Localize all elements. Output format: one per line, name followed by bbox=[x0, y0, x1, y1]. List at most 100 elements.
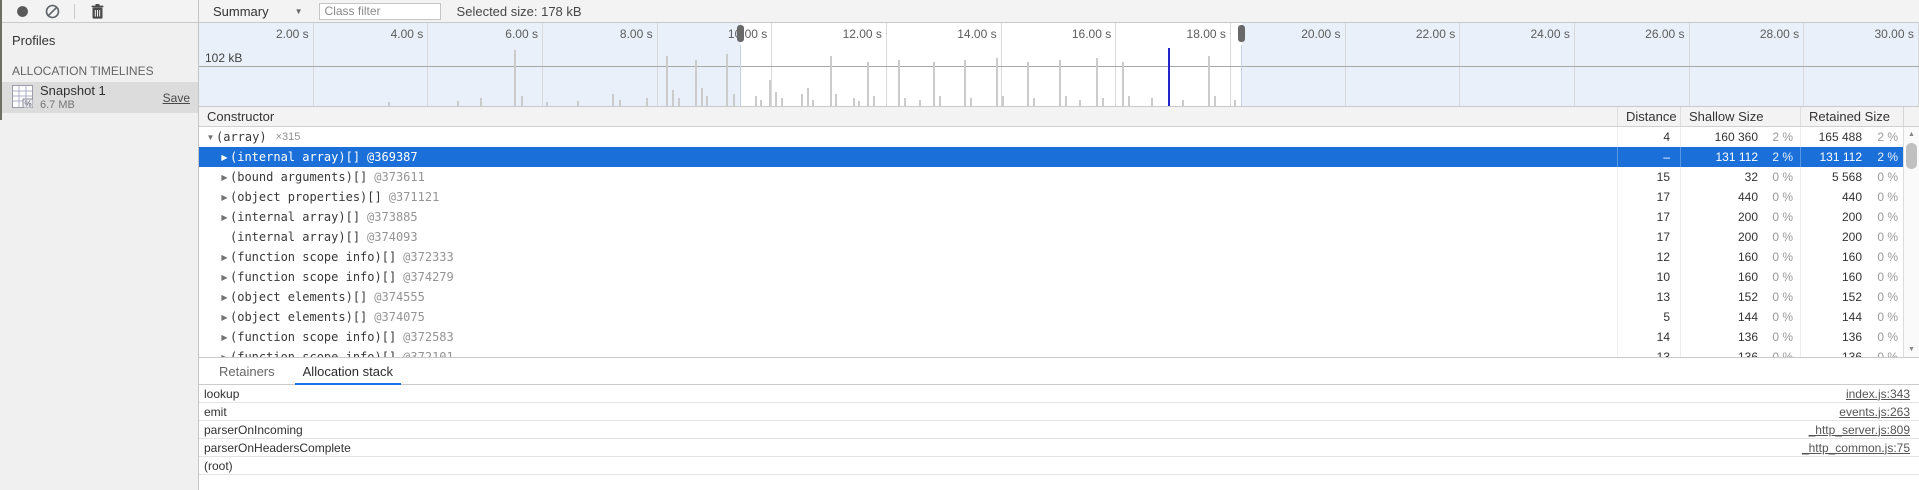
allocation-bar bbox=[781, 98, 783, 106]
record-circle-icon bbox=[16, 5, 29, 18]
record-heap-button[interactable] bbox=[14, 3, 30, 19]
ruler-tick-label: 20.00 s bbox=[1231, 23, 1346, 45]
selected-size-label: Selected size: 178 kB bbox=[457, 4, 582, 19]
table-row[interactable]: ▶(bound arguments)[]@37361115320 %5 5680… bbox=[199, 167, 1903, 187]
table-row[interactable]: ▶(object elements)[]@374555131520 %1520 … bbox=[199, 287, 1903, 307]
table-row[interactable]: ▶(object properties)[]@371121174400 %440… bbox=[199, 187, 1903, 207]
cell-retained-size: 165 488 bbox=[1800, 127, 1862, 147]
allocation-bar bbox=[904, 98, 906, 106]
table-row[interactable]: ▶(function scope info)[]@372333121600 %1… bbox=[199, 247, 1903, 267]
frame-source-link[interactable]: index.js:343 bbox=[1846, 387, 1910, 401]
class-filter-input[interactable] bbox=[319, 3, 441, 20]
table-row[interactable]: (internal array)[]@374093172000 %2000 % bbox=[199, 227, 1903, 247]
allocation-timeline-overview[interactable]: 2.00 s4.00 s6.00 s8.00 s10.00 s12.00 s14… bbox=[199, 23, 1919, 107]
allocation-bar bbox=[695, 60, 697, 106]
cell-distance: 17 bbox=[1617, 207, 1680, 227]
cell-shallow-percent: 0 % bbox=[1758, 307, 1800, 327]
clear-profiles-button[interactable] bbox=[44, 3, 60, 19]
cell-retained-percent: 0 % bbox=[1862, 247, 1903, 267]
cell-constructor: ▶(internal array)[]@373885 bbox=[199, 210, 1617, 224]
allocation-bar bbox=[678, 98, 680, 106]
table-row[interactable]: ▶(function scope info)[]@372583141360 %1… bbox=[199, 327, 1903, 347]
frame-source-link[interactable]: events.js:263 bbox=[1839, 405, 1910, 419]
cell-shallow-size: 136 bbox=[1680, 327, 1758, 347]
cell-retained-size: 136 bbox=[1800, 327, 1862, 347]
cell-shallow-percent: 2 % bbox=[1758, 127, 1800, 147]
ruler-tick-label: 30.00 s bbox=[1804, 23, 1919, 45]
size-axis-label: 102 kB bbox=[205, 51, 242, 65]
cell-shallow-percent: 0 % bbox=[1758, 287, 1800, 307]
column-header-retained-size[interactable]: Retained Size bbox=[1800, 107, 1903, 126]
constructor-name: (function scope info)[] bbox=[230, 250, 396, 264]
cell-shallow-percent: 0 % bbox=[1758, 347, 1800, 357]
heap-grid-body: ▼(array)×3154160 3602 %165 4882 %▶(inter… bbox=[199, 127, 1919, 357]
sidebar-item-snapshot-1[interactable]: % Snapshot 1 6.7 MB Save bbox=[0, 82, 198, 113]
cell-retained-percent: 2 % bbox=[1862, 127, 1903, 147]
scroll-up-icon[interactable]: ▲ bbox=[1904, 131, 1919, 138]
table-row[interactable]: ▶(internal array)[]@373885172000 %2000 % bbox=[199, 207, 1903, 227]
allocation-bar bbox=[775, 92, 777, 106]
column-header-distance[interactable]: Distance bbox=[1617, 107, 1680, 126]
column-header-constructor[interactable]: Constructor bbox=[199, 107, 1617, 126]
allocation-bar bbox=[1128, 96, 1130, 106]
ruler-tick-label: 4.00 s bbox=[314, 23, 429, 45]
table-row[interactable]: ▶(function scope info)[]@372101131360 %1… bbox=[199, 347, 1903, 357]
tab-retainers[interactable]: Retainers bbox=[207, 358, 287, 384]
cell-retained-percent: 0 % bbox=[1862, 227, 1903, 247]
allocation-bar bbox=[619, 100, 621, 106]
allocation-bar bbox=[1079, 100, 1081, 106]
perspective-select[interactable]: Summary ▼ bbox=[209, 4, 307, 19]
table-row[interactable]: ▶(object elements)[]@37407551440 %1440 % bbox=[199, 307, 1903, 327]
cell-shallow-size: 32 bbox=[1680, 167, 1758, 187]
selection-handle-left[interactable] bbox=[737, 25, 744, 42]
allocation-bar bbox=[1002, 96, 1004, 106]
cell-retained-percent: 0 % bbox=[1862, 187, 1903, 207]
allocation-bar bbox=[873, 96, 875, 106]
allocation-bar bbox=[760, 100, 762, 106]
delete-profile-button[interactable] bbox=[89, 3, 105, 19]
scrollbar-thumb[interactable] bbox=[1906, 143, 1917, 169]
allocation-bar bbox=[939, 96, 941, 106]
frame-source-link[interactable]: _http_server.js:809 bbox=[1809, 423, 1910, 437]
object-id: @372583 bbox=[403, 330, 454, 344]
allocation-bar bbox=[964, 60, 966, 106]
scroll-down-icon[interactable]: ▼ bbox=[1904, 346, 1919, 353]
cell-constructor: (internal array)[]@374093 bbox=[199, 230, 1617, 244]
save-link[interactable]: Save bbox=[163, 91, 190, 105]
cell-shallow-size: 160 360 bbox=[1680, 127, 1758, 147]
selection-handle-right[interactable] bbox=[1238, 25, 1245, 42]
profiles-header: Profiles bbox=[0, 23, 198, 48]
object-id: @372333 bbox=[403, 250, 454, 264]
snapshot-title: Snapshot 1 bbox=[40, 84, 156, 98]
table-row[interactable]: ▶(internal array)[]@369387–131 1122 %131… bbox=[199, 147, 1903, 167]
bottom-tabbar: RetainersAllocation stack bbox=[199, 357, 1919, 385]
cell-shallow-percent: 0 % bbox=[1758, 267, 1800, 287]
no-entry-icon bbox=[45, 4, 60, 19]
column-header-shallow-size[interactable]: Shallow Size bbox=[1680, 107, 1800, 126]
cell-retained-percent: 0 % bbox=[1862, 287, 1903, 307]
cell-distance: – bbox=[1617, 147, 1680, 167]
tab-allocation-stack[interactable]: Allocation stack bbox=[291, 358, 405, 384]
profiles-sidebar: Profiles ALLOCATION TIMELINES % Snapshot… bbox=[0, 0, 199, 490]
allocation-timelines-section-label: ALLOCATION TIMELINES bbox=[0, 48, 198, 82]
cell-shallow-size: 136 bbox=[1680, 347, 1758, 357]
vertical-scrollbar[interactable]: ▲ ▼ bbox=[1903, 127, 1919, 357]
cell-retained-percent: 0 % bbox=[1862, 167, 1903, 187]
table-row[interactable]: ▼(array)×3154160 3602 %165 4882 % bbox=[199, 127, 1903, 147]
cell-shallow-percent: 2 % bbox=[1758, 147, 1800, 167]
allocation-bar bbox=[1234, 100, 1236, 106]
collapsed-arrow-icon: ▶ bbox=[219, 333, 230, 342]
cell-shallow-percent: 0 % bbox=[1758, 327, 1800, 347]
collapsed-arrow-icon: ▶ bbox=[219, 253, 230, 262]
constructor-name: (object properties)[] bbox=[230, 190, 382, 204]
collapsed-arrow-icon: ▶ bbox=[219, 313, 230, 322]
cell-constructor: ▶(internal array)[]@369387 bbox=[199, 150, 1617, 164]
constructor-name: (object elements)[] bbox=[230, 310, 367, 324]
allocation-bar bbox=[858, 101, 860, 106]
table-row[interactable]: ▶(function scope info)[]@374279101600 %1… bbox=[199, 267, 1903, 287]
collapsed-arrow-icon: ▶ bbox=[219, 193, 230, 202]
cell-shallow-size: 440 bbox=[1680, 187, 1758, 207]
cell-constructor: ▶(bound arguments)[]@373611 bbox=[199, 170, 1617, 184]
stack-frame-row: lookupindex.js:343 bbox=[199, 385, 1919, 403]
frame-source-link[interactable]: _http_common.js:75 bbox=[1802, 441, 1910, 455]
